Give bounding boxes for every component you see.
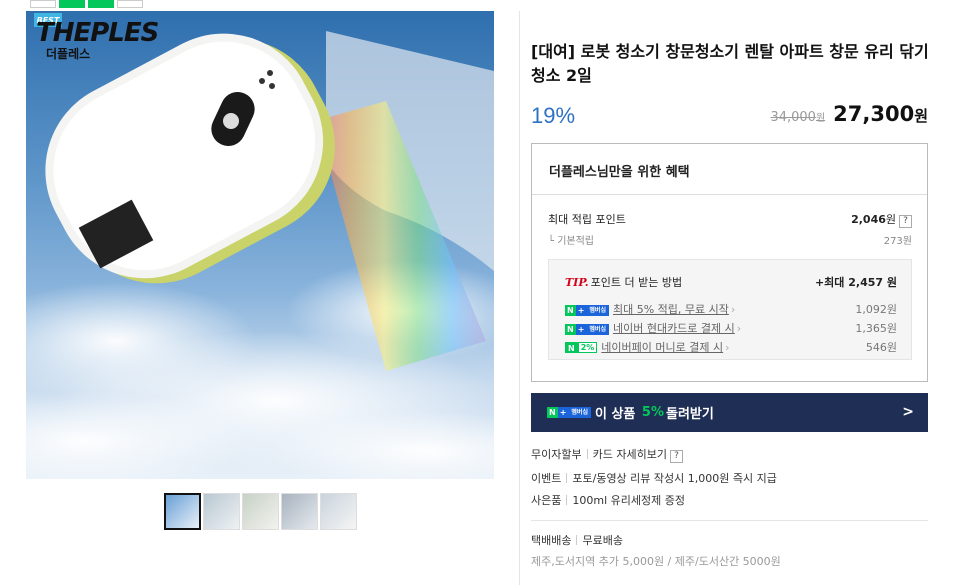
brand-logo: THEPLES xyxy=(36,18,159,48)
chevron-right-icon: › xyxy=(725,341,730,354)
membership-badge: N + 멤버십 xyxy=(547,407,591,418)
shipping-extra: 제주,도서지역 추가 5,000원 / 제주/도서산간 5000원 xyxy=(531,555,781,568)
product-photo xyxy=(26,31,494,479)
thumbnail[interactable] xyxy=(164,493,201,530)
thumbnail[interactable] xyxy=(203,493,240,530)
product-main-image[interactable]: BEST THEPLES 더플레스 xyxy=(26,11,494,479)
top-tab[interactable] xyxy=(88,0,114,8)
tip-box: TIP. 포인트 더 받는 방법 +최대 2,457 원 N + 멤버십 최대 5% 적… xyxy=(548,259,912,360)
chevron-right-icon: › xyxy=(730,303,736,316)
cashback-text-after: 돌려받기 xyxy=(665,407,714,422)
benefit-header: 더플레스님만을 위한 혜택 xyxy=(549,165,690,180)
tip-item: N + 멤버십 네이버 현대카드로 결제 시 › 1,365원 xyxy=(565,320,897,336)
tip-link[interactable]: 최대 5% 적립, 무료 시작 xyxy=(613,303,729,316)
shipping-value: 무료배송 xyxy=(582,534,623,547)
gift-value: 100ml 유리세정제 증정 xyxy=(572,494,685,507)
product-title: [대여] 로봇 청소기 창문청소기 렌탈 아파트 창문 유리 닦기 청소 2일 xyxy=(531,42,929,85)
benefit-box: 더플레스님만을 위한 혜택 최대 적립 포인트 2,046원? └ 기본적립 2… xyxy=(531,143,928,382)
divider xyxy=(532,194,927,195)
naverpay-badge: N 2% xyxy=(565,342,598,353)
tip-link[interactable]: 네이버페이 머니로 결제 시 xyxy=(601,341,723,354)
tip-amount: 1,092원 xyxy=(855,303,897,316)
top-tab[interactable] xyxy=(117,0,143,8)
tip-item: N + 멤버십 최대 5% 적립, 무료 시작 › 1,092원 xyxy=(565,301,897,317)
shipping-row: 택배배송 무료배송 xyxy=(531,532,623,548)
membership-cashback-bar[interactable]: N + 멤버십 이 상품 5% 돌려받기 > xyxy=(531,393,928,432)
basic-points-value: 273원 xyxy=(883,236,912,247)
tip-amount: 1,365원 xyxy=(855,322,897,335)
max-points-value: 2,046원? xyxy=(851,211,912,228)
max-points-row: 최대 적립 포인트 2,046원? xyxy=(548,211,912,228)
event-label: 이벤트 xyxy=(531,472,562,485)
brand-logo-sub: 더플레스 xyxy=(46,47,91,61)
membership-badge: N + 멤버십 xyxy=(565,324,609,335)
basic-points-row: └ 기본적립 273원 xyxy=(548,232,912,247)
chevron-right-icon: › xyxy=(736,322,742,335)
gift-label: 사은품 xyxy=(531,494,562,507)
divider xyxy=(531,520,928,521)
product-info: [대여] 로봇 청소기 창문청소기 렌탈 아파트 창문 유리 닦기 청소 2일 … xyxy=(531,0,929,585)
tip-item: N 2% 네이버페이 머니로 결제 시 › 546원 xyxy=(565,339,897,355)
thumbnail[interactable] xyxy=(242,493,279,530)
tip-total: +최대 2,457 원 xyxy=(814,276,897,289)
cashback-text: 이 상품 xyxy=(594,407,636,422)
discount-rate: 19% xyxy=(531,103,576,128)
event-value: 포토/동영상 리뷰 작성시 1,000원 즉시 지급 xyxy=(572,472,777,485)
product-gallery: BEST THEPLES 더플레스 xyxy=(0,11,520,585)
gift-row: 사은품 100ml 유리세정제 증정 xyxy=(531,492,685,508)
membership-badge: N + 멤버십 xyxy=(565,305,609,316)
installment-label: 무이자할부 xyxy=(531,448,582,461)
chevron-right-icon: > xyxy=(902,404,914,420)
card-detail-link[interactable]: 카드 자세히보기 xyxy=(593,448,667,461)
event-row: 이벤트 포토/동영상 리뷰 작성시 1,000원 즉시 지급 xyxy=(531,470,777,486)
tip-link[interactable]: 네이버 현대카드로 결제 시 xyxy=(613,322,735,335)
tip-mark: TIP. xyxy=(565,276,589,289)
help-icon[interactable]: ? xyxy=(899,215,912,228)
original-price: 34,000원 xyxy=(770,110,826,125)
cashback-pct: 5% xyxy=(641,405,664,420)
tip-amount: 546원 xyxy=(865,341,897,354)
tip-header: TIP. 포인트 더 받는 방법 xyxy=(565,276,683,289)
top-tab[interactable] xyxy=(59,0,85,8)
thumbnail[interactable] xyxy=(281,493,318,530)
price-row: 34,000원 27,300원 xyxy=(770,102,928,126)
thumbnail-strip xyxy=(164,493,357,531)
help-icon[interactable]: ? xyxy=(669,450,683,463)
thumbnail[interactable] xyxy=(320,493,357,530)
max-points-label: 최대 적립 포인트 xyxy=(548,213,626,226)
basic-points-label: └ 기본적립 xyxy=(548,236,595,247)
installment-row: 무이자할부 카드 자세히보기? xyxy=(531,446,683,463)
shipping-label: 택배배송 xyxy=(531,534,572,547)
sale-price: 27,300원 xyxy=(833,102,928,126)
top-tab[interactable] xyxy=(30,0,56,8)
